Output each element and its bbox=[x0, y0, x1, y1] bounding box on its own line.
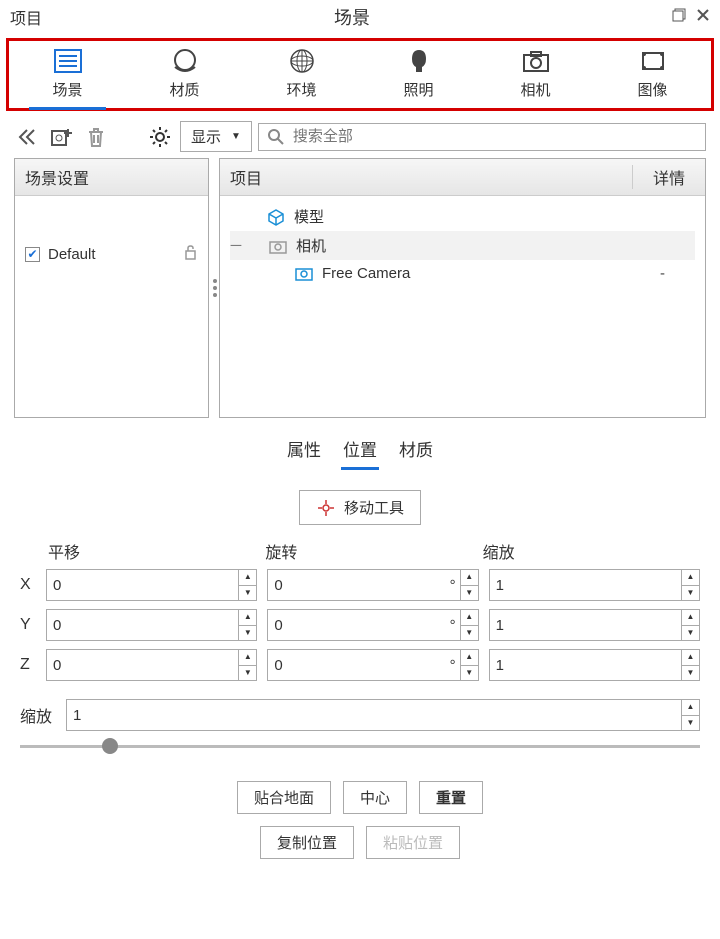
slider-thumb[interactable] bbox=[102, 738, 118, 754]
translate-z-input[interactable]: 0▲▼ bbox=[46, 649, 257, 681]
tab-environment[interactable]: 环境 bbox=[243, 43, 360, 108]
center-button[interactable]: 中心 bbox=[343, 781, 407, 814]
tab-environment-label: 环境 bbox=[286, 82, 316, 99]
project-label: 项目 bbox=[10, 5, 42, 29]
scale-x-input[interactable]: 1▲▼ bbox=[489, 569, 700, 601]
delete-icon[interactable] bbox=[82, 123, 110, 151]
restore-icon[interactable] bbox=[672, 8, 686, 27]
scene-settings-panel: 场景设置 ✔ Default bbox=[14, 158, 209, 418]
axis-y-label: Y bbox=[20, 616, 36, 634]
titlebar: 项目 场景 bbox=[0, 0, 720, 34]
search-box[interactable] bbox=[258, 123, 706, 151]
free-camera-icon bbox=[294, 264, 314, 282]
tab-scene[interactable]: 场景 bbox=[9, 43, 126, 108]
tree-item-free-camera[interactable]: Free Camera - bbox=[230, 260, 695, 286]
toolbar: 显示 ▼ bbox=[0, 115, 720, 158]
reset-button[interactable]: 重置 bbox=[419, 781, 483, 814]
project-tree-header: 项目 详情 bbox=[220, 159, 705, 196]
environment-icon bbox=[285, 47, 319, 77]
snap-ground-button[interactable]: 贴合地面 bbox=[237, 781, 331, 814]
checkbox-icon[interactable]: ✔ bbox=[25, 247, 40, 262]
tab-image[interactable]: 图像 bbox=[594, 43, 711, 108]
resize-handle[interactable] bbox=[213, 279, 217, 297]
close-icon[interactable] bbox=[696, 8, 710, 27]
axis-x-label: X bbox=[20, 576, 36, 594]
scale-z-input[interactable]: 1▲▼ bbox=[489, 649, 700, 681]
scale-header: 缩放 bbox=[483, 539, 700, 563]
subtab-material[interactable]: 材质 bbox=[397, 434, 435, 470]
tab-image-label: 图像 bbox=[637, 82, 667, 99]
image-icon bbox=[636, 47, 670, 77]
display-dropdown-label: 显示 bbox=[191, 126, 221, 147]
tree-item-camera[interactable]: ─ 相机 bbox=[230, 231, 695, 260]
camera-group-icon bbox=[268, 237, 288, 255]
translate-y-input[interactable]: 0▲▼ bbox=[46, 609, 257, 641]
tab-lighting-label: 照明 bbox=[403, 82, 433, 99]
paste-position-button: 粘贴位置 bbox=[366, 826, 460, 859]
main-tabs: 场景 材质 环境 照明 相机 图像 bbox=[6, 38, 714, 111]
lock-icon[interactable] bbox=[183, 244, 198, 264]
collapse-icon[interactable] bbox=[14, 123, 42, 151]
collapse-toggle[interactable]: ─ bbox=[230, 237, 242, 254]
scene-settings-header: 场景设置 bbox=[15, 159, 208, 196]
rotate-y-input[interactable]: 0°▲▼ bbox=[267, 609, 478, 641]
translate-header: 平移 bbox=[48, 539, 265, 563]
rotate-x-input[interactable]: 0°▲▼ bbox=[267, 569, 478, 601]
tree-item-model[interactable]: 模型 bbox=[230, 202, 695, 231]
tab-material-label: 材质 bbox=[169, 82, 199, 99]
lighting-icon bbox=[402, 47, 436, 77]
tab-material[interactable]: 材质 bbox=[126, 43, 243, 108]
transform-section: 平移 旋转 缩放 X 0▲▼ 0°▲▼ 1▲▼ Y 0▲▼ 0°▲▼ 1▲▼ Z… bbox=[0, 539, 720, 681]
camera-icon bbox=[519, 47, 553, 77]
scene-default-label: Default bbox=[48, 246, 96, 263]
uniform-scale-input[interactable]: 1▲▼ bbox=[66, 699, 700, 731]
tab-camera-label: 相机 bbox=[520, 82, 550, 99]
copy-position-button[interactable]: 复制位置 bbox=[260, 826, 354, 859]
property-subtabs: 属性 位置 材质 bbox=[0, 418, 720, 476]
move-tool-icon bbox=[316, 498, 336, 518]
add-scene-icon[interactable] bbox=[48, 123, 76, 151]
tab-camera[interactable]: 相机 bbox=[477, 43, 594, 108]
chevron-down-icon: ▼ bbox=[231, 131, 241, 142]
subtab-position[interactable]: 位置 bbox=[341, 434, 379, 470]
move-tool-button[interactable]: 移动工具 bbox=[299, 490, 421, 525]
model-icon bbox=[266, 208, 286, 226]
project-tree: 模型 ─ 相机 Free Camera - bbox=[220, 196, 705, 292]
subtab-attributes[interactable]: 属性 bbox=[285, 434, 323, 470]
uniform-scale-slider[interactable] bbox=[20, 735, 700, 759]
project-tree-panel: 项目 详情 模型 ─ 相机 Free Camera - bbox=[219, 158, 706, 418]
rotate-header: 旋转 bbox=[265, 539, 482, 563]
display-dropdown[interactable]: 显示 ▼ bbox=[180, 121, 252, 152]
uniform-scale-label: 缩放 bbox=[20, 703, 52, 727]
scene-default-item[interactable]: ✔ Default bbox=[15, 236, 208, 272]
rotate-z-input[interactable]: 0°▲▼ bbox=[267, 649, 478, 681]
search-input[interactable] bbox=[293, 128, 697, 145]
scene-icon bbox=[51, 47, 85, 77]
material-icon bbox=[168, 47, 202, 77]
tab-lighting[interactable]: 照明 bbox=[360, 43, 477, 108]
translate-x-input[interactable]: 0▲▼ bbox=[46, 569, 257, 601]
settings-icon[interactable] bbox=[146, 123, 174, 151]
tab-scene-label: 场景 bbox=[52, 82, 82, 99]
scale-y-input[interactable]: 1▲▼ bbox=[489, 609, 700, 641]
axis-z-label: Z bbox=[20, 656, 36, 674]
search-icon bbox=[267, 128, 285, 146]
panel-title: 场景 bbox=[42, 4, 662, 30]
